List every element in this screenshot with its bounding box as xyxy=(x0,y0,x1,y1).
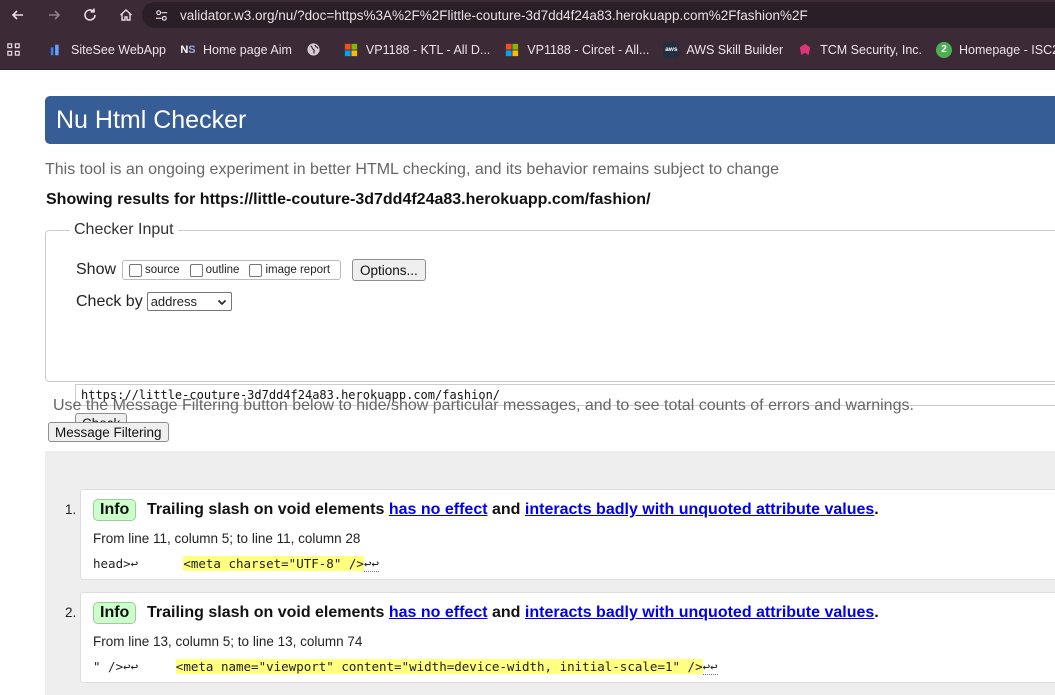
extract-highlight: <meta charset="UTF-8" /> xyxy=(183,556,364,571)
url-text[interactable]: validator.w3.org/nu/?doc=https%3A%2F%2Fl… xyxy=(180,8,808,23)
ns-icon: NS xyxy=(180,43,196,56)
browser-toolbar: validator.w3.org/nu/?doc=https%3A%2F%2Fl… xyxy=(0,0,1055,30)
page-content: Nu Html Checker This tool is an ongoing … xyxy=(0,70,1055,695)
message-extract: head>↩ <meta charset="UTF-8" />↩↩ xyxy=(93,556,379,572)
message-item: Info Trailing slash on void elements has… xyxy=(80,592,1055,683)
check-by-row: Check by address xyxy=(76,292,232,311)
message-location: From line 11, column 5; to line 11, colu… xyxy=(93,531,361,546)
bookmark-label: SiteSee WebApp xyxy=(71,42,166,57)
ms-icon xyxy=(343,42,359,58)
tcm-icon xyxy=(797,42,813,58)
reload-icon[interactable] xyxy=(72,0,108,30)
bookmark-label: TCM Security, Inc. xyxy=(820,42,922,57)
fieldset-legend: Checker Input xyxy=(70,221,178,239)
message-item: Info Trailing slash on void elements has… xyxy=(80,489,1055,580)
message-title-period: . xyxy=(874,501,879,518)
bookmark-globe[interactable] xyxy=(299,36,336,64)
isc2-icon: 2 xyxy=(936,41,952,58)
extract-before: " />↩↩ xyxy=(93,659,176,674)
bookmark-label: VP1188 - KTL - All D... xyxy=(365,42,491,57)
has-no-effect-link[interactable]: has no effect xyxy=(389,501,488,518)
checker-input-fieldset: Checker Input Show source outline image … xyxy=(45,221,1055,434)
message-filtering-button[interactable]: Message Filtering xyxy=(48,422,169,442)
bookmark-aws[interactable]: aws AWS Skill Builder xyxy=(656,36,790,64)
bookmark-sitesee[interactable]: SiteSee WebApp xyxy=(41,36,173,64)
bookmark-vp1188-circet[interactable]: VP1188 - Circet - All... xyxy=(497,36,656,64)
page-title: Nu Html Checker xyxy=(56,105,247,134)
forward-icon[interactable] xyxy=(36,0,72,30)
check-by-label: Check by xyxy=(76,292,143,310)
ms-icon xyxy=(504,42,520,58)
bookmark-tcm[interactable]: TCM Security, Inc. xyxy=(790,36,929,64)
message-extract: " />↩↩ <meta name="viewport" content="wi… xyxy=(93,659,718,675)
outline-checkbox-label[interactable]: outline xyxy=(206,264,240,276)
chevron-down-icon xyxy=(217,299,226,305)
extract-highlight: <meta name="viewport" content="width=dev… xyxy=(175,659,703,674)
message-title: Trailing slash on void elements has no e… xyxy=(147,604,879,622)
show-row: Show source outline image report Options… xyxy=(76,259,426,281)
tagline: This tool is an ongoing experiment in be… xyxy=(45,161,780,178)
has-no-effect-link[interactable]: has no effect xyxy=(389,604,488,621)
results-area: 1. Info Trailing slash on void elements … xyxy=(45,451,1055,695)
bookmark-label: Homepage - ISC2 -... xyxy=(959,42,1055,57)
filter-instructions: Use the Message Filtering button below t… xyxy=(53,397,914,414)
bookmark-label: AWS Skill Builder xyxy=(686,42,784,57)
outline-checkbox[interactable] xyxy=(189,263,203,277)
extract-before: head>↩ xyxy=(93,556,184,571)
info-badge: Info xyxy=(93,602,137,624)
message-title-and: and xyxy=(492,604,521,621)
show-label: Show xyxy=(76,261,117,278)
bookmark-isc2[interactable]: 2 Homepage - ISC2 -... xyxy=(929,36,1055,64)
check-by-value: address xyxy=(150,294,197,309)
address-bar[interactable]: validator.w3.org/nu/?doc=https%3A%2F%2Fl… xyxy=(142,2,1055,28)
results-heading: Showing results for https://little-coutu… xyxy=(46,191,651,208)
image-report-checkbox[interactable] xyxy=(249,263,263,277)
message-title-period: . xyxy=(874,604,879,621)
extract-after: ↩↩ xyxy=(363,556,379,572)
bookmark-home-page-aim[interactable]: NS Home page Aim xyxy=(173,36,299,64)
aws-icon: aws xyxy=(663,41,680,58)
info-badge: Info xyxy=(93,499,137,521)
unquoted-attribute-link[interactable]: interacts badly with unquoted attribute … xyxy=(525,501,874,518)
sitesee-icon xyxy=(48,42,64,58)
globe-icon xyxy=(306,42,322,58)
message-title-and: and xyxy=(492,501,521,518)
extract-after: ↩↩ xyxy=(702,659,718,675)
message-title-text: Trailing slash on void elements xyxy=(147,501,385,518)
check-by-select[interactable]: address xyxy=(146,292,232,311)
bookmark-label: VP1188 - Circet - All... xyxy=(527,42,650,57)
apps-grid-icon[interactable] xyxy=(6,40,21,60)
back-icon[interactable] xyxy=(0,0,36,30)
bookmarks-bar: SiteSee WebApp NS Home page Aim VP1188 -… xyxy=(0,30,1055,70)
page-header: Nu Html Checker xyxy=(45,96,1055,144)
source-checkbox-label[interactable]: source xyxy=(145,264,180,276)
message-title: Trailing slash on void elements has no e… xyxy=(147,501,879,519)
show-options-group: source outline image report xyxy=(122,260,342,280)
source-checkbox[interactable] xyxy=(129,263,143,277)
message-number: 2. xyxy=(65,605,77,620)
site-settings-icon[interactable] xyxy=(150,4,172,26)
bookmark-vp1188-ktl[interactable]: VP1188 - KTL - All D... xyxy=(336,36,497,64)
home-icon[interactable] xyxy=(108,0,144,30)
message-location: From line 13, column 5; to line 13, colu… xyxy=(93,634,363,649)
message-number: 1. xyxy=(65,502,77,517)
message-title-text: Trailing slash on void elements xyxy=(147,604,385,621)
image-report-checkbox-label[interactable]: image report xyxy=(265,264,330,276)
options-button[interactable]: Options... xyxy=(352,259,426,281)
unquoted-attribute-link[interactable]: interacts badly with unquoted attribute … xyxy=(525,604,874,621)
bookmark-label: Home page Aim xyxy=(202,42,292,57)
